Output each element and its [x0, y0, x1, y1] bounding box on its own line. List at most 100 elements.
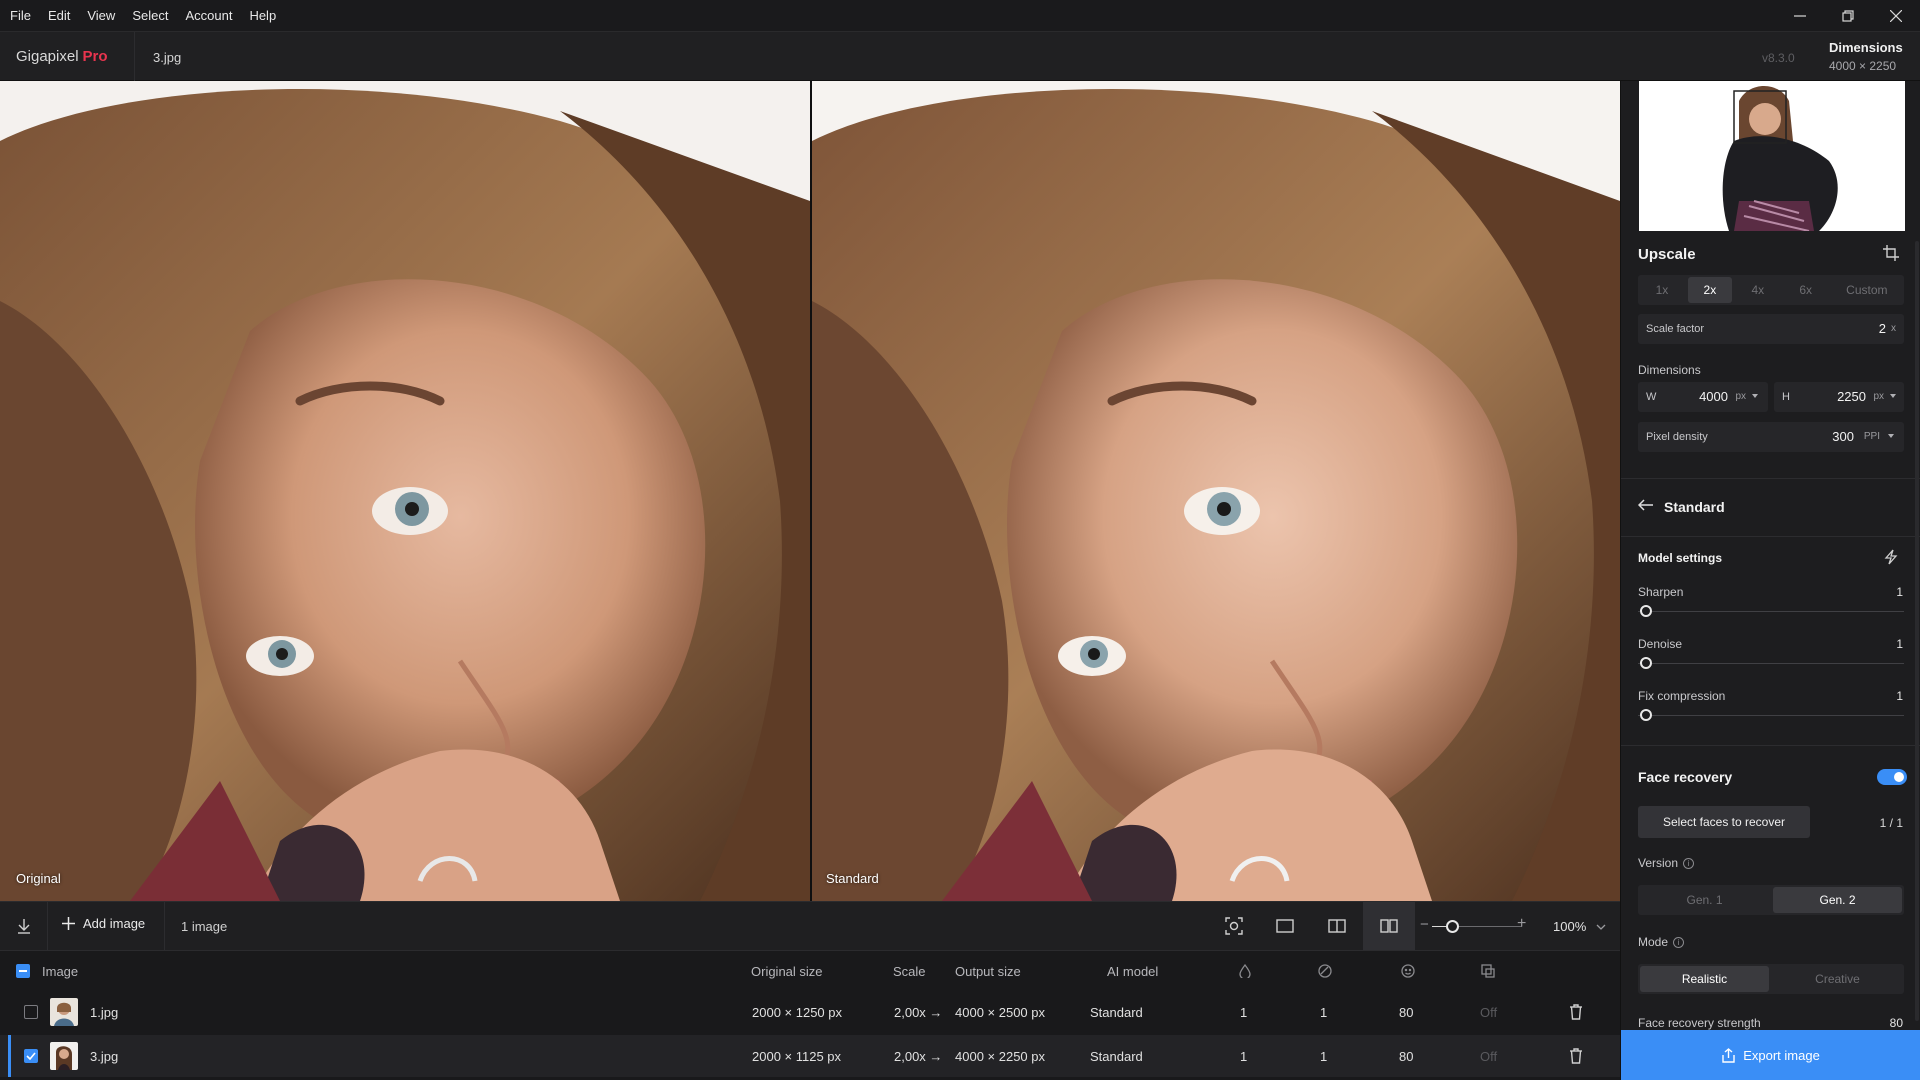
enhanced-preview[interactable]: Standard: [812, 81, 1620, 901]
face-strength-label: Face recovery strength: [1638, 1016, 1761, 1030]
fix-compression-value[interactable]: 1: [1896, 689, 1903, 703]
col-text-recovery[interactable]: [1481, 951, 1495, 991]
scale-2x[interactable]: 2x: [1687, 277, 1732, 303]
scale-1x[interactable]: 1x: [1640, 277, 1684, 303]
scale-4x[interactable]: 4x: [1736, 277, 1780, 303]
row-checkbox[interactable]: [24, 1049, 38, 1063]
zoom-out-button[interactable]: −: [1420, 916, 1429, 933]
info-icon[interactable]: i: [1673, 937, 1685, 949]
pixel-density-field[interactable]: Pixel density 300 PPI: [1638, 422, 1904, 452]
crop-button[interactable]: [1883, 245, 1899, 264]
face-recovery-toggle[interactable]: [1877, 769, 1907, 785]
mode-realistic[interactable]: Realistic: [1640, 966, 1769, 992]
table-row[interactable]: 1.jpg 2000 × 1250 px 2,00x → 4000 × 2500…: [0, 991, 1620, 1033]
width-field[interactable]: W 4000 px: [1638, 382, 1768, 412]
row-scale-value: 2,00x: [894, 1004, 926, 1020]
zoom-level[interactable]: 100%: [1553, 919, 1586, 934]
image-count: 1 image: [181, 919, 228, 934]
minimize-button[interactable]: [1776, 0, 1824, 31]
col-denoise[interactable]: [1318, 951, 1332, 991]
height-unit[interactable]: px: [1873, 391, 1884, 402]
preview-area[interactable]: Original Standard: [0, 81, 1620, 901]
zoom-slider-handle[interactable]: [1445, 920, 1459, 933]
panel-scrollbar[interactable]: [1915, 241, 1919, 1021]
width-unit-caret[interactable]: [1752, 394, 1758, 398]
scale-factor-value[interactable]: 2: [1879, 321, 1886, 336]
col-face-recovery[interactable]: [1401, 951, 1415, 991]
row-ai-model[interactable]: Standard: [1090, 1035, 1143, 1077]
sharpen-slider[interactable]: [1638, 605, 1904, 617]
denoise-slider[interactable]: [1638, 657, 1904, 669]
col-scale[interactable]: Scale: [893, 951, 926, 991]
single-view-button[interactable]: [1259, 902, 1311, 950]
menu-edit[interactable]: Edit: [38, 0, 77, 31]
zoom-slider[interactable]: [1432, 920, 1522, 933]
pixel-density-caret[interactable]: [1888, 434, 1894, 438]
side-by-side-icon: [1380, 919, 1398, 933]
menu-help[interactable]: Help: [239, 0, 283, 31]
restore-button[interactable]: [1824, 0, 1872, 31]
delete-row-button[interactable]: [1569, 991, 1583, 1033]
original-preview[interactable]: Original: [0, 81, 810, 901]
import-button[interactable]: [0, 902, 48, 950]
scale-6x[interactable]: 6x: [1784, 277, 1828, 303]
image-text-icon: [1481, 964, 1495, 978]
panel-divider: [1621, 478, 1920, 479]
row-thumbnail: [50, 1042, 78, 1070]
fix-compression-slider-handle[interactable]: [1639, 709, 1652, 721]
scale-factor-field[interactable]: Scale factor 2 x: [1638, 314, 1904, 344]
menu-select[interactable]: Select: [122, 0, 175, 31]
row-scale[interactable]: 2,00x →: [894, 1035, 942, 1077]
export-image-button[interactable]: Export image: [1621, 1030, 1920, 1080]
sharpen-value[interactable]: 1: [1896, 585, 1903, 599]
height-field[interactable]: H 2250 px: [1774, 382, 1904, 412]
menu-file[interactable]: File: [0, 0, 38, 31]
sharpen-slider-handle[interactable]: [1639, 605, 1652, 617]
model-settings-label: Model settings: [1638, 551, 1723, 565]
col-output-size[interactable]: Output size: [955, 951, 1021, 991]
select-all-checkbox[interactable]: [16, 964, 30, 978]
side-by-side-button[interactable]: [1363, 902, 1415, 950]
navigator-thumbnail[interactable]: [1639, 81, 1905, 231]
width-unit[interactable]: px: [1735, 391, 1746, 402]
add-image-button[interactable]: Add image: [62, 916, 145, 931]
auto-settings-button[interactable]: [1884, 549, 1898, 568]
faces-count: 1 / 1: [1879, 816, 1903, 830]
menu-account[interactable]: Account: [175, 0, 239, 31]
version-gen-1[interactable]: Gen. 1: [1640, 887, 1769, 913]
height-value[interactable]: 2250: [1837, 389, 1866, 404]
col-sharpen[interactable]: [1238, 951, 1252, 991]
col-ai-model[interactable]: AI model: [1107, 951, 1158, 991]
row-ai-model[interactable]: Standard: [1090, 991, 1143, 1033]
info-icon[interactable]: i: [1683, 858, 1695, 870]
zoom-dropdown[interactable]: [1596, 920, 1606, 935]
fix-compression-slider[interactable]: [1638, 709, 1904, 721]
close-button[interactable]: [1872, 0, 1920, 31]
pixel-density-label: Pixel density: [1646, 431, 1708, 443]
width-value[interactable]: 4000: [1699, 389, 1728, 404]
col-original-size[interactable]: Original size: [751, 951, 823, 991]
zoom-in-button[interactable]: +: [1517, 915, 1526, 933]
mode-creative[interactable]: Creative: [1773, 966, 1902, 992]
row-checkbox[interactable]: [24, 1005, 38, 1019]
face-strength-value[interactable]: 80: [1890, 1016, 1903, 1030]
denoise-value[interactable]: 1: [1896, 637, 1903, 651]
menu-view[interactable]: View: [77, 0, 122, 31]
face-detect-button[interactable]: [1208, 902, 1260, 950]
height-unit-caret[interactable]: [1890, 394, 1896, 398]
scale-custom[interactable]: Custom: [1832, 277, 1902, 303]
pixel-density-value[interactable]: 300: [1832, 429, 1854, 444]
table-row[interactable]: 3.jpg 2000 × 1125 px 2,00x → 4000 × 2250…: [0, 1035, 1620, 1077]
delete-row-button[interactable]: [1569, 1035, 1583, 1077]
back-button[interactable]: [1637, 499, 1654, 514]
pixel-density-unit[interactable]: PPI: [1864, 431, 1880, 442]
file-tab[interactable]: 3.jpg: [153, 50, 181, 65]
denoise-slider-handle[interactable]: [1639, 657, 1652, 669]
mode-label-row: Mode i: [1638, 935, 1685, 949]
version-gen-2[interactable]: Gen. 2: [1773, 887, 1902, 913]
select-faces-button[interactable]: Select faces to recover: [1638, 806, 1810, 838]
row-scale[interactable]: 2,00x →: [894, 991, 942, 1033]
split-view-button[interactable]: [1311, 902, 1363, 950]
close-icon: [1890, 9, 1902, 22]
col-image[interactable]: Image: [42, 951, 78, 991]
